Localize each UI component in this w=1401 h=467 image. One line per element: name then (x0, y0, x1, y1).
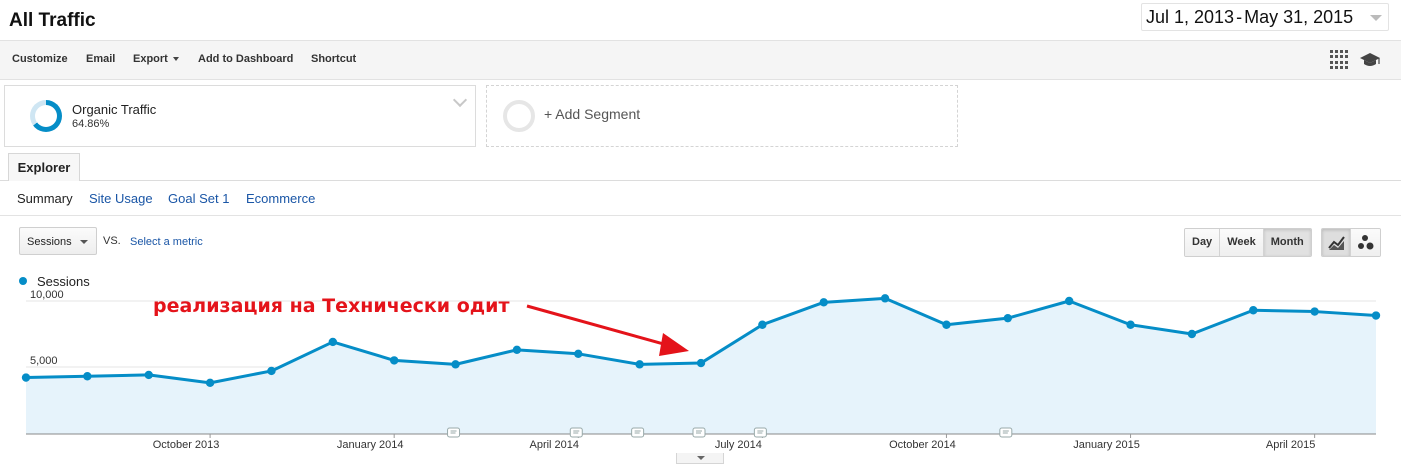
segment-donut-icon (30, 100, 62, 132)
data-point[interactable] (1310, 307, 1319, 316)
x-tick-label: April 2015 (1266, 439, 1316, 451)
data-point[interactable] (205, 378, 215, 388)
data-point[interactable] (1249, 306, 1258, 315)
time-granularity-group: Day Week Month (1184, 228, 1312, 257)
report-toolbar: Customize Email Export Add to Dashboard … (0, 40, 1401, 80)
chevron-down-icon[interactable] (452, 92, 468, 108)
chevron-down-icon (172, 57, 179, 62)
add-to-dashboard-button[interactable]: Add to Dashboard (198, 53, 293, 65)
data-point[interactable] (758, 320, 767, 329)
subnav-ecommerce[interactable]: Ecommerce (246, 191, 315, 206)
legend-dot (19, 277, 27, 285)
tabs-divider (0, 180, 1401, 181)
annotation-marker-icon[interactable] (569, 427, 583, 438)
line-chart-button[interactable] (1322, 229, 1351, 256)
tab-explorer[interactable]: Explorer (8, 153, 80, 181)
data-point[interactable] (1126, 320, 1135, 329)
data-point[interactable] (389, 356, 399, 365)
empty-segment-ring-icon (503, 100, 535, 132)
data-point[interactable] (1187, 329, 1197, 339)
data-point[interactable] (451, 360, 460, 369)
customize-button[interactable]: Customize (12, 53, 68, 65)
chart-svg: October 2013 January 2014 April 2014 July 2… (21, 290, 1381, 451)
data-point[interactable] (942, 320, 951, 329)
legend-label: Sessions (37, 274, 90, 289)
data-point[interactable] (880, 294, 890, 303)
line-chart-icon (1328, 236, 1345, 250)
segment-percent: 64.86% (72, 118, 110, 130)
subnav-goal-set-1[interactable]: Goal Set 1 (168, 191, 229, 206)
week-button[interactable]: Week (1220, 229, 1264, 256)
month-button[interactable]: Month (1263, 229, 1311, 256)
annotation-marker-icon[interactable] (692, 427, 706, 438)
grid-icon[interactable] (1330, 50, 1349, 69)
date-separator: - (1236, 6, 1243, 27)
export-button[interactable]: Export (133, 53, 179, 65)
data-point[interactable] (574, 349, 583, 358)
select-a-metric-link[interactable]: Select a metric (130, 236, 203, 248)
data-point[interactable] (819, 298, 828, 307)
annotation-text: реализация на Технически одит (153, 295, 509, 317)
sessions-chart: October 2013 January 2014 April 2014 July 2… (0, 290, 1401, 467)
email-button[interactable]: Email (86, 53, 115, 65)
chart-expander-button[interactable] (676, 453, 724, 464)
export-label: Export (133, 53, 168, 65)
subnav-summary[interactable]: Summary (17, 191, 73, 206)
x-tick-label: July 2014 (715, 439, 762, 451)
page-title: All Traffic (9, 10, 96, 31)
data-point[interactable] (144, 370, 153, 380)
annotation-marker-icon[interactable] (631, 427, 645, 438)
chevron-down-icon (80, 240, 88, 244)
data-point[interactable] (512, 345, 522, 355)
x-tick-label: April 2014 (529, 439, 579, 451)
x-tick-label: October 2014 (889, 439, 956, 451)
subnav-site-usage[interactable]: Site Usage (89, 191, 153, 206)
metric-select[interactable]: Sessions (19, 227, 97, 255)
day-button[interactable]: Day (1185, 229, 1221, 256)
date-range-picker[interactable]: Jul 1, 2013 - May 31, 2015 (1141, 3, 1389, 31)
date-end: May 31, 2015 (1244, 6, 1354, 27)
chevron-down-icon (1370, 15, 1382, 21)
x-tick-label: October 2013 (153, 439, 220, 451)
segment-name: Organic Traffic (72, 102, 157, 117)
graduation-cap-icon[interactable] (1359, 51, 1381, 69)
data-point[interactable] (21, 373, 31, 382)
motion-chart-button[interactable] (1351, 229, 1380, 256)
shortcut-button[interactable]: Shortcut (311, 53, 356, 65)
chart-type-group (1321, 228, 1381, 257)
y-tick-label: 10,000 (30, 290, 64, 301)
data-point[interactable] (696, 358, 706, 368)
data-point[interactable] (635, 360, 644, 369)
annotation-marker-icon[interactable] (753, 427, 767, 438)
data-point[interactable] (1064, 296, 1074, 306)
date-start: Jul 1, 2013 (1146, 6, 1235, 27)
vs-label: VS. (103, 235, 121, 247)
subnav-divider (0, 215, 1401, 216)
annotation-arrow-shaft (526, 304, 672, 348)
add-segment-label: + Add Segment (544, 106, 641, 122)
metric-select-value: Sessions (27, 236, 72, 248)
annotation-arrow-head (659, 333, 689, 357)
motion-chart-icon (1358, 235, 1374, 250)
data-point[interactable] (1371, 311, 1381, 320)
data-point[interactable] (328, 337, 338, 347)
annotation-marker-icon[interactable] (447, 427, 461, 438)
data-point[interactable] (1003, 313, 1013, 323)
segment-card-organic-traffic[interactable]: Organic Traffic 64.86% (4, 85, 476, 147)
data-point[interactable] (83, 372, 92, 381)
annotation-marker-icon[interactable] (999, 427, 1013, 438)
add-segment-button[interactable]: + Add Segment (486, 85, 958, 147)
x-tick-label: January 2015 (1073, 439, 1140, 451)
y-tick-label: 5,000 (30, 355, 58, 367)
x-tick-label: January 2014 (337, 439, 404, 451)
data-point[interactable] (267, 366, 276, 376)
